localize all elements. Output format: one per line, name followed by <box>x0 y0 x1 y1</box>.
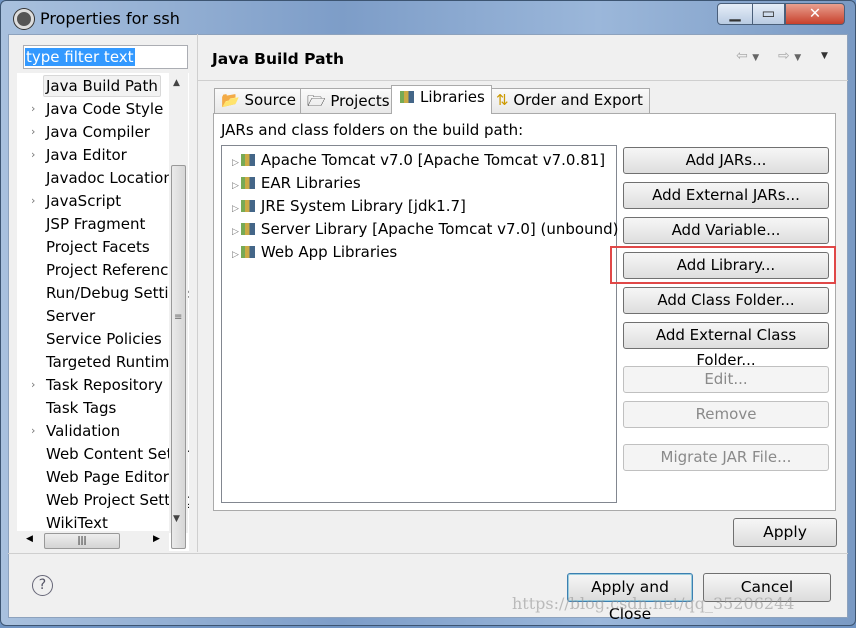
highlight-box <box>610 246 836 284</box>
maximize-button[interactable]: ▭ <box>752 3 785 25</box>
scroll-left-icon[interactable]: ◀ <box>26 534 33 544</box>
tree-item[interactable]: Service Policies <box>46 328 162 350</box>
separator <box>198 80 848 81</box>
scroll-down-icon[interactable]: ▼ <box>173 514 180 524</box>
sash[interactable] <box>197 34 198 552</box>
preference-tree: Java Build Path › Java Code Style › Java Com… <box>17 73 189 551</box>
library-label: Apache Tomcat v7.0 [Apache Tomcat v7.0.8… <box>260 151 606 169</box>
tab-label: Libraries <box>420 88 485 106</box>
tab-label: Projects <box>330 92 390 110</box>
folder-icon: 🗁 <box>307 92 326 110</box>
tree-item[interactable]: Project References <box>46 259 185 281</box>
add-variable-button[interactable]: Add Variable... <box>623 217 829 244</box>
library-icon <box>240 223 255 235</box>
tree-horizontal-scrollbar[interactable]: ◀ ||| ▶ <box>17 531 169 551</box>
filter-text: type filter text <box>25 48 135 66</box>
migrate-jar-file-button: Migrate JAR File... <box>623 444 829 471</box>
tree-item[interactable]: Run/Debug Settings <box>46 282 189 304</box>
tree-item[interactable]: Java Compiler <box>46 121 150 143</box>
tab-projects[interactable]: 🗁 Projects <box>300 88 397 113</box>
tree-item[interactable]: JSP Fragment <box>46 213 145 235</box>
tree-item[interactable]: Task Repository <box>46 374 163 396</box>
tab-source[interactable]: 📂 Source <box>214 88 303 113</box>
expand-arrow-icon[interactable]: › <box>31 194 35 207</box>
library-entry[interactable]: ▷ EAR Libraries <box>232 172 361 194</box>
h-scroll-thumb[interactable]: ||| <box>44 533 120 549</box>
library-icon <box>240 246 255 258</box>
add-jars-button[interactable]: Add JARs... <box>623 147 829 174</box>
library-icon <box>400 91 414 103</box>
library-icon <box>240 200 255 212</box>
tab-label: Source <box>244 91 296 109</box>
watermark: https://blog.csdn.net/qq_35206244 <box>512 594 795 613</box>
expand-arrow-icon[interactable]: › <box>31 424 35 437</box>
scroll-thumb[interactable]: ≡ <box>171 165 186 549</box>
window-title: Properties for ssh <box>40 9 180 28</box>
forward-icon[interactable]: ⇨ ▼ <box>778 48 801 64</box>
tab-libraries[interactable]: Libraries <box>391 85 492 114</box>
eclipse-icon <box>14 9 34 29</box>
libraries-caption: JARs and class folders on the build path… <box>221 121 524 139</box>
remove-button: Remove <box>623 401 829 428</box>
tree-vertical-scrollbar[interactable]: ▲ ≡ ▼ <box>169 73 188 549</box>
library-entry[interactable]: ▷ Server Library [Apache Tomcat v7.0] (un… <box>232 218 618 240</box>
tree-item[interactable]: Java Editor <box>46 144 127 166</box>
library-entry[interactable]: ▷ Web App Libraries <box>232 241 397 263</box>
source-icon: 📂 <box>221 91 240 109</box>
close-button[interactable]: ✕ <box>785 3 845 25</box>
filter-input[interactable]: type filter text <box>23 45 188 69</box>
library-label: Web App Libraries <box>260 243 398 261</box>
library-label: Server Library [Apache Tomcat v7.0] (unb… <box>260 220 619 238</box>
library-label: EAR Libraries <box>260 174 361 192</box>
edit-button: Edit... <box>623 366 829 393</box>
expand-arrow-icon[interactable]: ▷ <box>232 227 239 237</box>
minimize-button[interactable]: ▁ <box>717 3 753 25</box>
tree-item[interactable]: Web Project Settings <box>46 489 189 511</box>
add-class-folder-button[interactable]: Add Class Folder... <box>623 287 829 314</box>
expand-arrow-icon[interactable]: › <box>31 125 35 138</box>
expand-arrow-icon[interactable]: ▷ <box>232 158 239 168</box>
view-menu-icon[interactable]: ▼ <box>821 51 828 61</box>
tree-item[interactable]: JavaScript <box>46 190 121 212</box>
expand-arrow-icon[interactable]: › <box>31 148 35 161</box>
library-icon <box>240 154 255 166</box>
add-external-jars-button[interactable]: Add External JARs... <box>623 182 829 209</box>
separator <box>8 553 848 554</box>
expand-arrow-icon[interactable]: ▷ <box>232 181 239 191</box>
apply-button[interactable]: Apply <box>733 518 837 547</box>
tree-item[interactable]: Java Code Style <box>46 98 163 120</box>
expand-arrow-icon[interactable]: ▷ <box>232 204 239 214</box>
tree-item[interactable]: Project Facets <box>46 236 150 258</box>
tree-item[interactable]: Task Tags <box>46 397 116 419</box>
order-icon: ⇅ <box>496 91 509 109</box>
expand-arrow-icon[interactable]: › <box>31 102 35 115</box>
expand-arrow-icon[interactable]: ▷ <box>232 250 239 260</box>
tree-item[interactable]: Targeted Runtimes <box>46 351 186 373</box>
library-entry[interactable]: ▷ Apache Tomcat v7.0 [Apache Tomcat v7.0.… <box>232 149 605 171</box>
library-entry[interactable]: ▷ JRE System Library [jdk1.7] <box>232 195 466 217</box>
library-label: JRE System Library [jdk1.7] <box>260 197 466 215</box>
tree-item[interactable]: Javadoc Location <box>46 167 173 189</box>
help-icon[interactable]: ? <box>32 575 53 596</box>
page-title: Java Build Path <box>212 50 344 68</box>
tab-order-and-export[interactable]: ⇅ Order and Export <box>489 88 650 113</box>
library-list[interactable]: ▷ Apache Tomcat v7.0 [Apache Tomcat v7.0.… <box>221 145 618 503</box>
add-external-class-folder-button[interactable]: Add External Class Folder... <box>623 322 829 369</box>
library-icon <box>240 177 255 189</box>
tree-item[interactable]: Java Build Path <box>43 75 161 97</box>
expand-arrow-icon[interactable]: › <box>31 378 35 391</box>
tree-item[interactable]: Web Content Settings <box>46 443 189 465</box>
scroll-up-icon[interactable]: ▲ <box>173 78 180 88</box>
tree-item[interactable]: Web Page Editor <box>46 466 169 488</box>
tab-label: Order and Export <box>513 91 643 109</box>
tree-item[interactable]: Server <box>46 305 95 327</box>
scroll-right-icon[interactable]: ▶ <box>153 534 160 544</box>
tree-item[interactable]: Validation <box>46 420 120 442</box>
back-icon[interactable]: ⇦ ▼ <box>736 48 759 64</box>
